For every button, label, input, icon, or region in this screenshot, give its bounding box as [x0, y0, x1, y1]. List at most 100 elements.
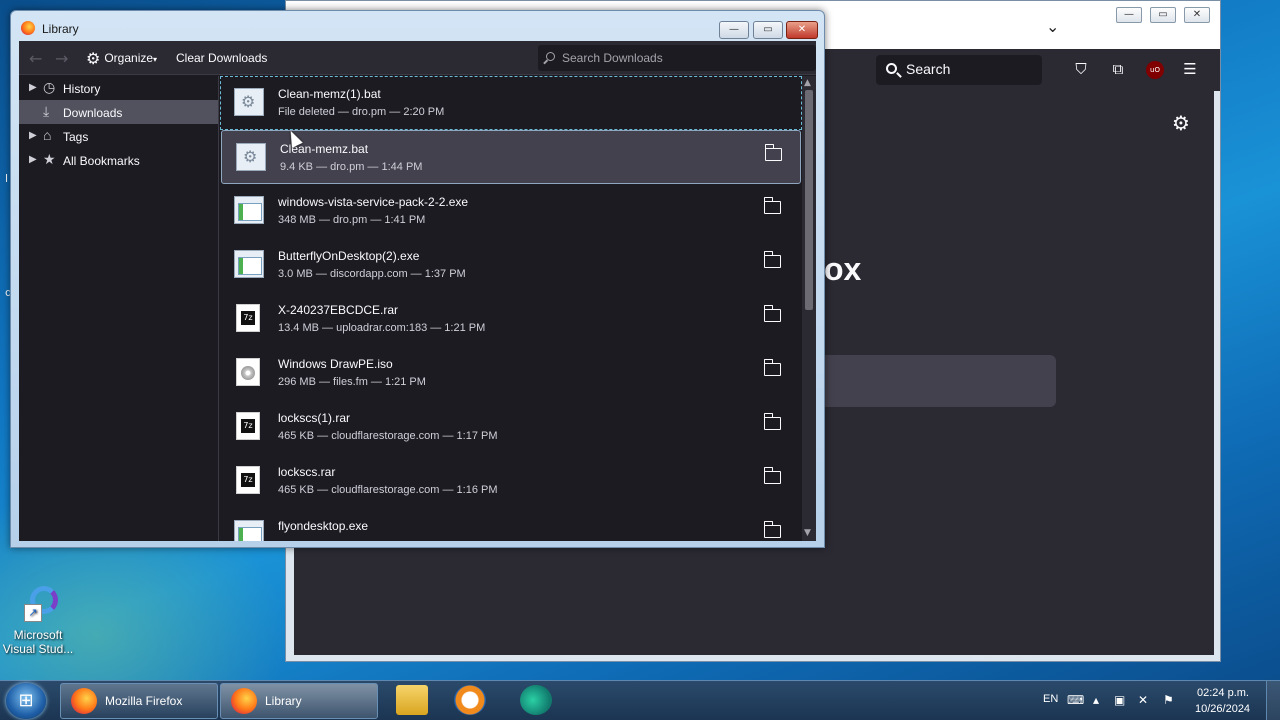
download-filename: flyondesktop.exe — [278, 519, 369, 533]
search-downloads-input[interactable]: Search Downloads — [538, 45, 816, 71]
download-item[interactable]: Clean-memz.bat 9.4 KB — dro.pm — 1:44 PM — [221, 130, 801, 184]
star-icon: ★ — [43, 151, 56, 167]
list-all-tabs-icon[interactable]: ⌄ — [1046, 17, 1059, 36]
library-window: Library — ▭ ✕ ← → ⚙ Organize▾ Clear Downl… — [10, 10, 825, 548]
download-status: 465 KB — cloudflarestorage.com — 1:17 PM — [278, 430, 498, 442]
download-filename: lockscs.rar — [278, 465, 336, 479]
gear-icon: ⚙ — [86, 51, 101, 68]
maximize-button[interactable]: ▭ — [1150, 7, 1176, 23]
download-item[interactable]: Windows DrawPE.iso 296 MB — files.fm — 1… — [220, 346, 802, 400]
download-filename: windows-vista-service-pack-2-2.exe — [278, 195, 469, 209]
network-icon[interactable]: ▣ — [1114, 693, 1125, 707]
keyboard-icon[interactable]: ⌨ — [1067, 693, 1084, 707]
desktop-icon-label: Microsoft Visual Stud... — [2, 628, 74, 656]
close-button[interactable]: ✕ — [1184, 7, 1210, 23]
expand-arrow-icon[interactable]: ▶ — [29, 82, 37, 93]
download-item[interactable]: Clean-memz(1).bat File deleted — dro.pm … — [220, 76, 802, 130]
expand-arrow-icon[interactable]: ▶ — [29, 154, 37, 165]
media-player-icon[interactable] — [454, 685, 486, 715]
download-item[interactable]: lockscs.rar 465 KB — cloudflarestorage.c… — [220, 454, 802, 508]
hamburger-menu-icon[interactable]: ☰ — [1180, 60, 1200, 80]
download-status: File deleted — dro.pm — 2:20 PM — [278, 106, 445, 118]
firefox-icon — [71, 688, 97, 714]
visual-studio-icon: ↗ — [16, 584, 60, 624]
back-arrow-icon[interactable]: ← — [29, 49, 42, 68]
dropdown-arrow-icon: ▾ — [153, 55, 158, 64]
download-item[interactable]: ButterflyOnDesktop(2).exe 3.0 MB — disco… — [220, 238, 802, 292]
download-item[interactable]: lockscs(1).rar 465 KB — cloudflarestorag… — [220, 400, 802, 454]
organize-button[interactable]: ⚙ Organize▾ — [86, 49, 157, 69]
extensions-icon[interactable]: ⧉ — [1108, 60, 1128, 80]
sidebar-item-downloads[interactable]: ⤓ Downloads — [19, 100, 218, 124]
gear-icon[interactable]: ⚙ — [1172, 111, 1190, 135]
open-folder-icon[interactable] — [763, 521, 781, 538]
sidebar-item-tags[interactable]: ▶ ⌂ Tags — [19, 124, 218, 148]
action-center-flag-icon[interactable]: ⚑ — [1163, 693, 1174, 707]
pinned-app-icon[interactable] — [520, 685, 552, 715]
executable-file-icon — [234, 250, 264, 278]
sidebar-item-label: History — [63, 82, 101, 96]
desktop-icon-visual-studio[interactable]: ↗ Microsoft Visual Stud... — [2, 584, 74, 656]
minimize-button[interactable]: — — [1116, 7, 1142, 23]
sidebar-item-label: All Bookmarks — [63, 154, 140, 168]
forward-arrow-icon[interactable]: → — [55, 49, 68, 68]
file-explorer-icon[interactable] — [396, 685, 428, 715]
sidebar-item-history[interactable]: ▶ ◷ History — [19, 76, 218, 100]
scroll-down-arrow-icon[interactable]: ▼ — [804, 528, 811, 538]
open-folder-icon[interactable] — [763, 305, 781, 322]
scroll-up-arrow-icon[interactable]: ▲ — [804, 78, 811, 88]
taskbar-button-firefox[interactable]: Mozilla Firefox — [60, 683, 218, 719]
open-folder-icon[interactable] — [763, 467, 781, 484]
download-status: 465 KB — cloudflarestorage.com — 1:16 PM — [278, 484, 498, 496]
language-indicator[interactable]: EN — [1043, 693, 1058, 705]
batch-file-icon — [236, 143, 266, 171]
expand-arrow-icon[interactable]: ▶ — [29, 130, 37, 141]
disc-image-file-icon — [236, 358, 260, 386]
download-filename: lockscs(1).rar — [278, 411, 351, 425]
clock-date[interactable]: 10/26/2024 — [1195, 703, 1250, 715]
downloads-scrollbar[interactable]: ▲ ▼ — [802, 76, 816, 541]
taskbar-button-library[interactable]: Library — [220, 683, 378, 719]
download-status: 13.4 MB — uploadrar.com:183 — 1:21 PM — [278, 322, 486, 334]
batch-file-icon — [234, 88, 264, 116]
download-status: 348 MB — dro.pm — 1:41 PM — [278, 214, 426, 226]
executable-file-icon — [234, 196, 264, 224]
open-folder-icon[interactable] — [763, 251, 781, 268]
download-item[interactable]: flyondesktop.exe — [220, 508, 802, 541]
maximize-button[interactable]: ▭ — [753, 21, 783, 39]
organize-label: Organize — [104, 51, 154, 65]
clear-downloads-button[interactable]: Clear Downloads — [176, 51, 267, 65]
taskbar-button-label: Library — [265, 694, 302, 708]
start-button[interactable]: ⊞ — [6, 683, 46, 719]
desktop-fragment: l — [5, 172, 9, 185]
download-icon: ⤓ — [43, 103, 50, 119]
library-titlebar[interactable]: Library — ▭ ✕ — [11, 11, 824, 41]
close-button[interactable]: ✕ — [786, 21, 818, 39]
sidebar-item-all-bookmarks[interactable]: ▶ ★ All Bookmarks — [19, 148, 218, 172]
download-filename: X-240237EBCDCE.rar — [278, 303, 399, 317]
download-status: 3.0 MB — discordapp.com — 1:37 PM — [278, 268, 466, 280]
tag-icon: ⌂ — [43, 127, 52, 143]
library-title: Library — [42, 22, 79, 36]
scrollbar-thumb[interactable] — [805, 90, 813, 310]
minimize-button[interactable]: — — [719, 21, 749, 39]
download-item[interactable]: X-240237EBCDCE.rar 13.4 MB — uploadrar.c… — [220, 292, 802, 346]
open-folder-icon[interactable] — [764, 144, 782, 161]
downloads-list: Clean-memz(1).bat File deleted — dro.pm … — [220, 76, 802, 541]
pocket-icon[interactable]: ⛉ — [1071, 60, 1091, 80]
open-folder-icon[interactable] — [763, 197, 781, 214]
show-desktop-button[interactable] — [1266, 681, 1280, 720]
open-folder-icon[interactable] — [763, 359, 781, 376]
ublock-origin-icon[interactable]: uO — [1146, 61, 1164, 79]
open-folder-icon[interactable] — [763, 413, 781, 430]
newtab-search-box[interactable] — [794, 355, 1056, 407]
show-hidden-icons-icon[interactable]: ▴ — [1093, 693, 1099, 707]
archive-file-icon — [236, 304, 260, 332]
executable-file-icon — [234, 520, 264, 541]
firefox-search-bar[interactable]: Search — [876, 55, 1042, 85]
volume-muted-icon[interactable]: ✕ — [1138, 693, 1148, 707]
download-filename: ButterflyOnDesktop(2).exe — [278, 249, 420, 263]
clock-time[interactable]: 02:24 p.m. — [1197, 687, 1249, 699]
firefox-icon — [231, 688, 257, 714]
download-item[interactable]: windows-vista-service-pack-2-2.exe 348 M… — [220, 184, 802, 238]
